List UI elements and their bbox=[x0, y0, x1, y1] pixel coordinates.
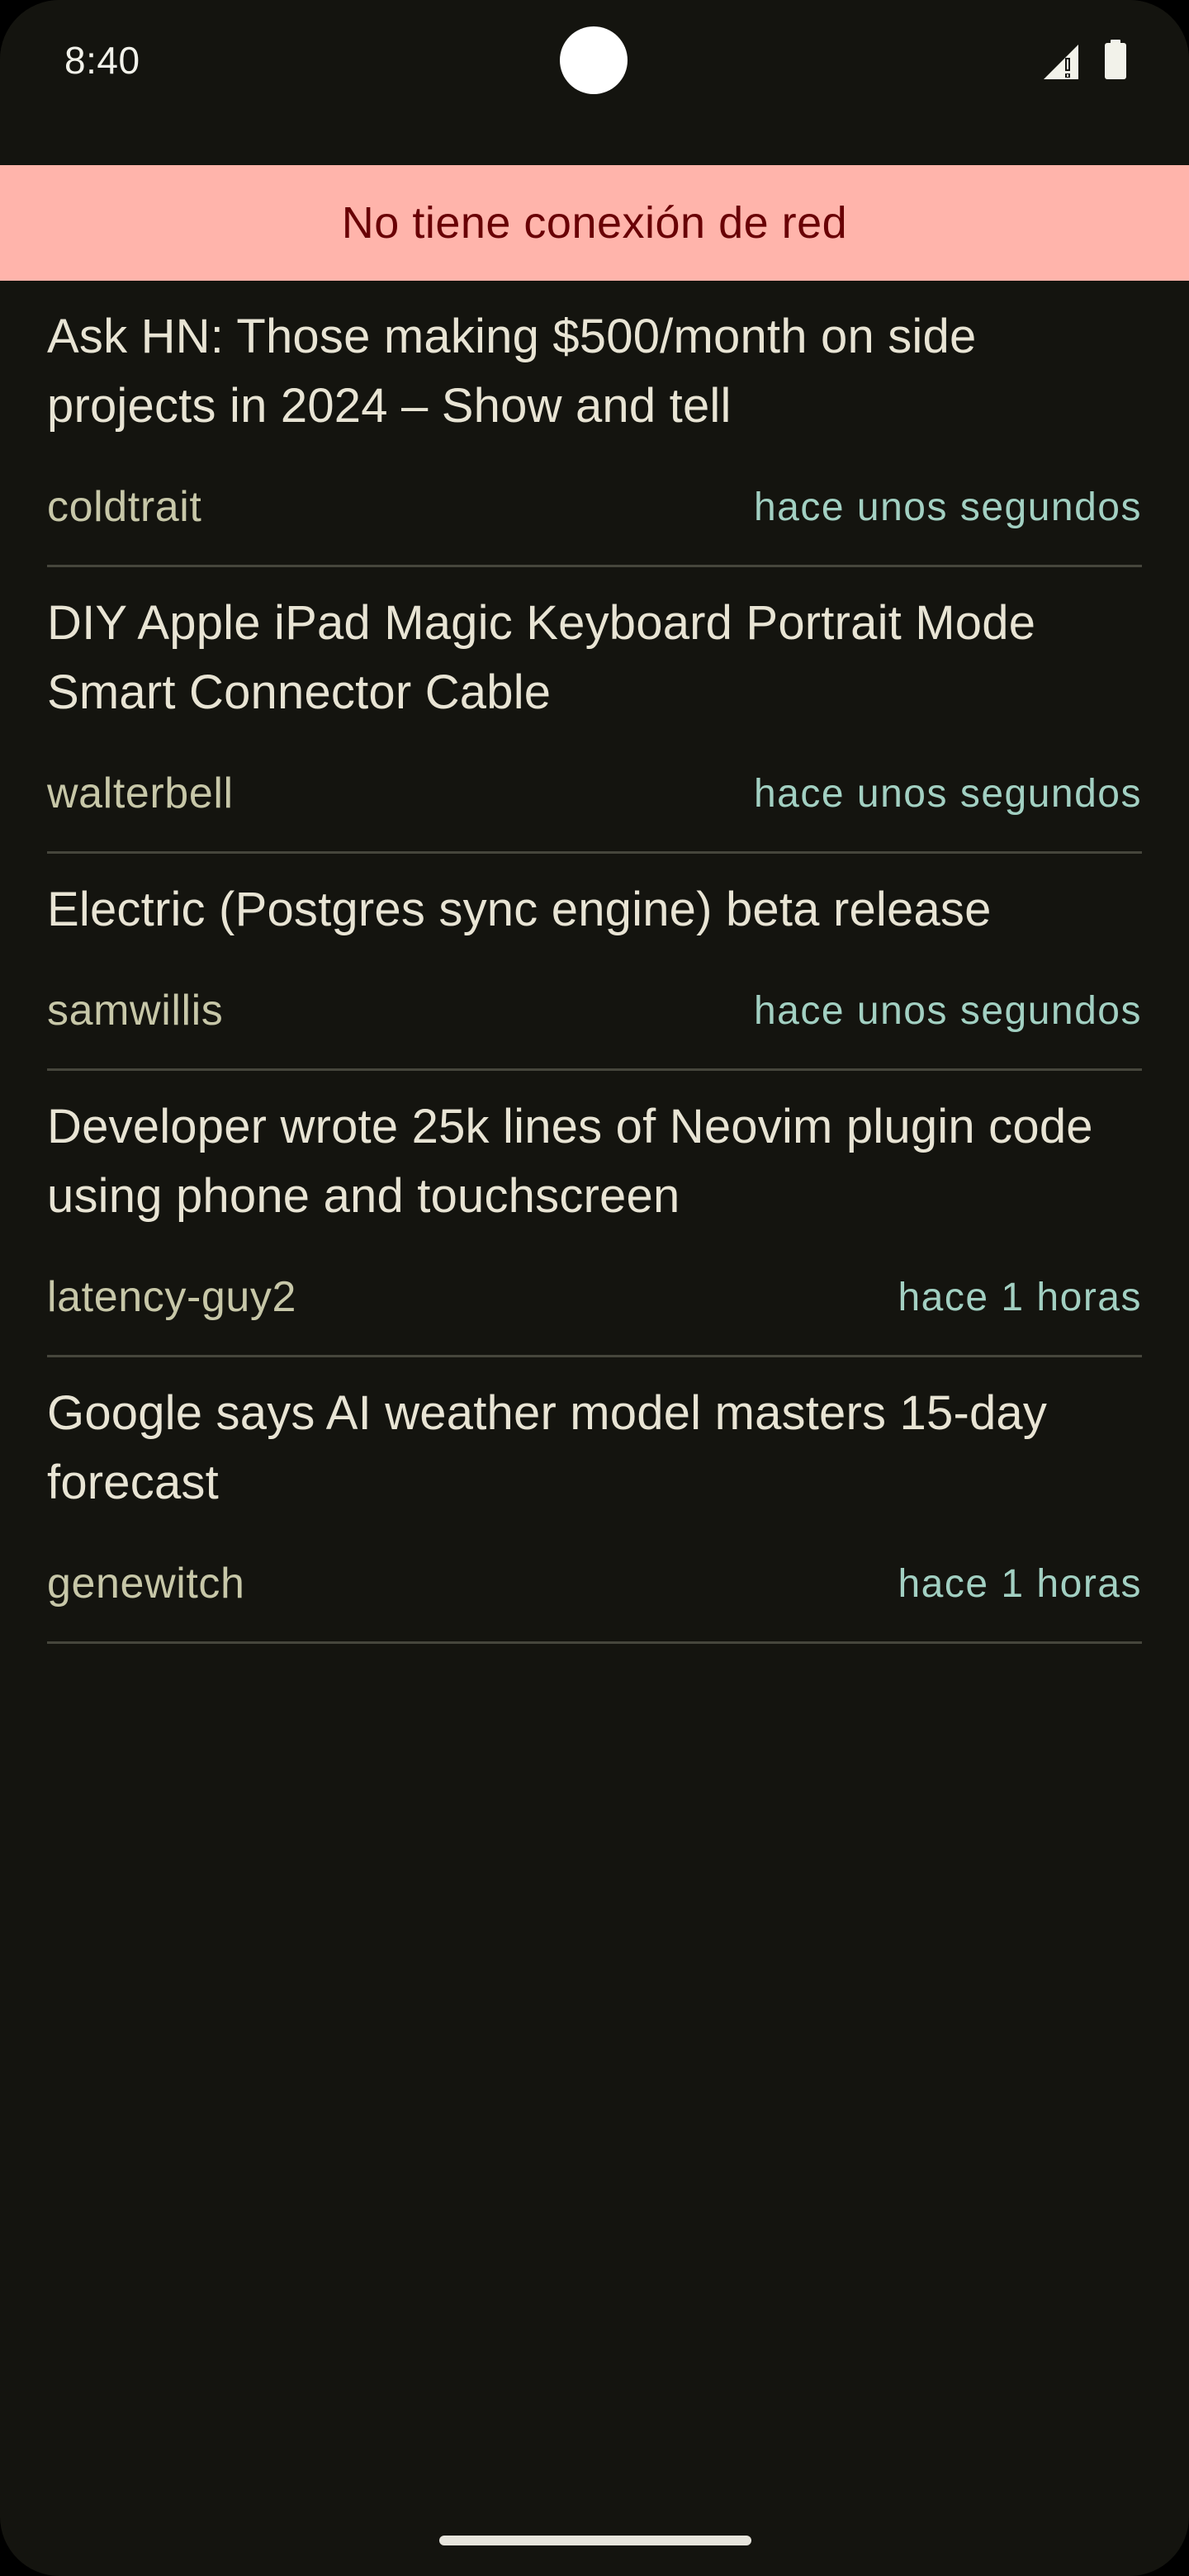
story-meta: samwillis hace unos segundos bbox=[47, 983, 1142, 1039]
story-author: latency-guy2 bbox=[47, 1273, 297, 1321]
story-time: hace 1 horas bbox=[898, 1561, 1142, 1606]
story-item[interactable]: Google says AI weather model masters 15-… bbox=[47, 1357, 1142, 1644]
story-item[interactable]: Electric (Postgres sync engine) beta rel… bbox=[47, 854, 1142, 1071]
story-title[interactable]: DIY Apple iPad Magic Keyboard Portrait M… bbox=[47, 567, 1142, 727]
offline-banner-text: No tiene conexión de red bbox=[341, 198, 848, 248]
app-screen: 8:40 No tiene conexión de red Ask HN: Th… bbox=[0, 0, 1189, 2576]
story-time: hace 1 horas bbox=[898, 1275, 1142, 1319]
signal-icon bbox=[1044, 45, 1078, 79]
story-author: coldtrait bbox=[47, 483, 202, 531]
story-time: hace unos segundos bbox=[753, 485, 1142, 529]
status-icons bbox=[1040, 40, 1156, 81]
home-indicator[interactable] bbox=[439, 2536, 751, 2545]
story-title[interactable]: Google says AI weather model masters 15-… bbox=[47, 1357, 1142, 1518]
story-time: hace unos segundos bbox=[753, 988, 1142, 1033]
offline-banner: No tiene conexión de red bbox=[0, 165, 1189, 281]
story-time: hace unos segundos bbox=[753, 771, 1142, 816]
story-list: Ask HN: Those making $500/month on side … bbox=[47, 281, 1142, 1644]
status-time: 8:40 bbox=[64, 39, 140, 82]
story-author: samwillis bbox=[47, 987, 224, 1035]
story-author: genewitch bbox=[47, 1560, 245, 1608]
story-meta: genewitch hace 1 horas bbox=[47, 1556, 1142, 1612]
story-meta: latency-guy2 hace 1 horas bbox=[47, 1269, 1142, 1325]
story-item[interactable]: Ask HN: Those making $500/month on side … bbox=[47, 281, 1142, 567]
status-bar: 8:40 bbox=[0, 0, 1189, 165]
story-title[interactable]: Developer wrote 25k lines of Neovim plug… bbox=[47, 1071, 1142, 1231]
story-item[interactable]: Developer wrote 25k lines of Neovim plug… bbox=[47, 1071, 1142, 1357]
camera-cutout bbox=[560, 26, 628, 94]
story-meta: walterbell hace unos segundos bbox=[47, 765, 1142, 822]
story-title[interactable]: Ask HN: Those making $500/month on side … bbox=[47, 281, 1142, 441]
story-meta: coldtrait hace unos segundos bbox=[47, 479, 1142, 535]
battery-icon bbox=[1105, 40, 1126, 79]
story-item[interactable]: DIY Apple iPad Magic Keyboard Portrait M… bbox=[47, 567, 1142, 854]
story-title[interactable]: Electric (Postgres sync engine) beta rel… bbox=[47, 854, 1142, 945]
story-author: walterbell bbox=[47, 769, 234, 817]
